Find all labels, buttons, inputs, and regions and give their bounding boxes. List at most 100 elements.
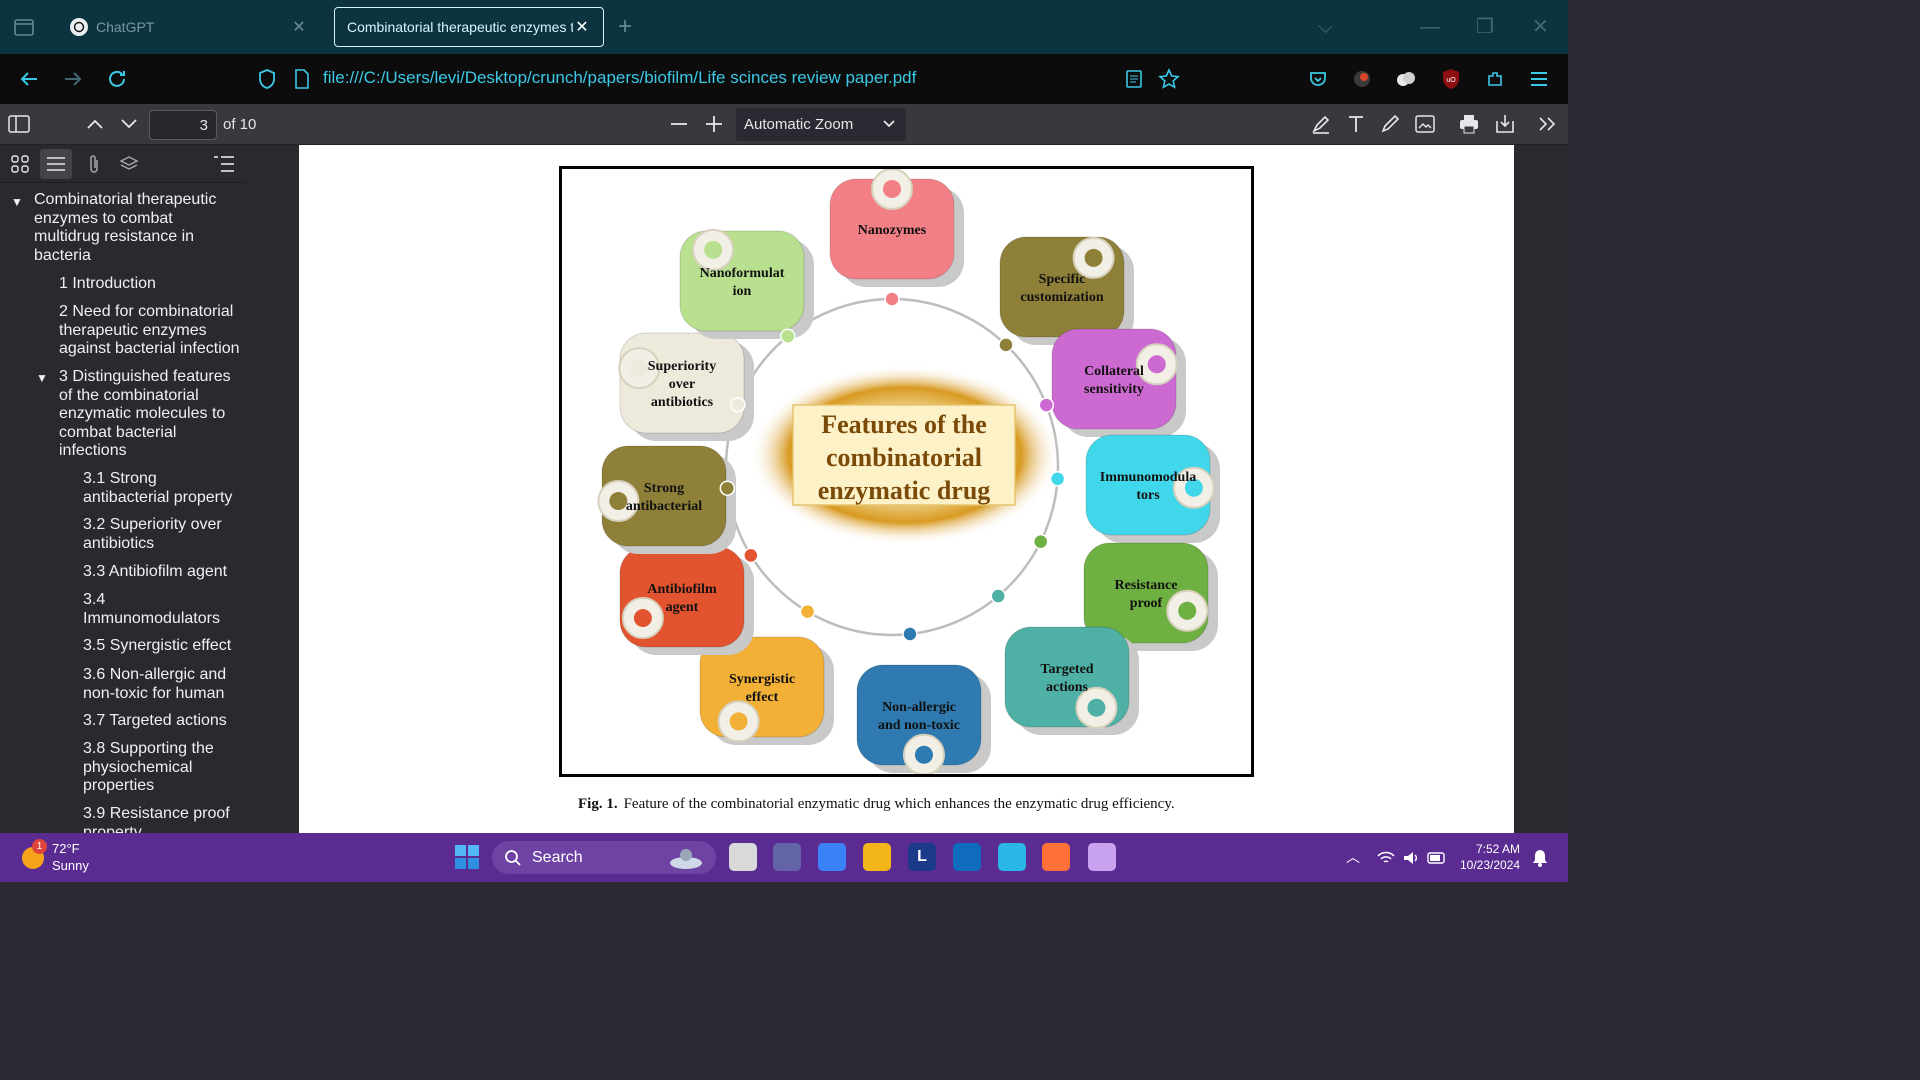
pocket-icon[interactable]	[1306, 67, 1330, 91]
restore-icon[interactable]: ❐	[1476, 14, 1494, 40]
wifi-icon[interactable]	[1377, 850, 1395, 866]
copilot-icon[interactable]	[818, 843, 846, 871]
feature-label-line: effect	[746, 690, 779, 705]
attachments-icon[interactable]	[82, 153, 106, 175]
back-icon[interactable]	[17, 67, 41, 91]
outline-item[interactable]: 3.8 Supporting the physiochemical proper…	[83, 740, 233, 796]
ublock-origin-icon[interactable]: uO	[1439, 67, 1463, 91]
forward-icon[interactable]	[61, 67, 85, 91]
highlight-icon[interactable]	[1310, 113, 1332, 135]
taskbar-search[interactable]: Search	[492, 841, 716, 874]
layers-icon[interactable]	[117, 153, 141, 175]
tab-label: Combinatorial therapeutic enzymes to com…	[347, 19, 573, 35]
outline-item[interactable]: 3.4 Immunomodulators	[83, 591, 233, 628]
expand-triangle-icon[interactable]: ▼	[36, 369, 48, 388]
weather-badge: 1	[32, 839, 47, 854]
feature-label-line: over	[669, 377, 695, 392]
zoom-out-icon[interactable]	[668, 113, 690, 135]
outline-item[interactable]: 3.2 Superiority over antibiotics	[83, 516, 233, 553]
text-tool-icon[interactable]	[1345, 113, 1367, 135]
outline-item[interactable]: 3.3 Antibiofilm agent	[83, 563, 241, 582]
thumbnails-icon[interactable]	[8, 153, 32, 175]
ring-dot	[1049, 471, 1066, 487]
zoom-in-icon[interactable]	[703, 113, 725, 135]
feature-card: Immunomodula tors	[1085, 434, 1220, 543]
reader-view-icon[interactable]	[1122, 67, 1146, 91]
tab-chatgpt[interactable]: ChatGPT ✕	[58, 7, 320, 47]
extension-cloud-icon[interactable]	[1394, 67, 1418, 91]
minimize-icon[interactable]: —	[1420, 14, 1440, 40]
outline-item[interactable]: 3.9 Resistance proof property	[83, 805, 241, 833]
new-tab-icon[interactable]: +	[618, 14, 632, 40]
l-app-icon[interactable]: L	[908, 843, 936, 871]
outline-item[interactable]: 1 Introduction	[59, 275, 239, 294]
weather-widget[interactable]: 1 72°F Sunny	[20, 839, 130, 875]
toggle-sidebar-icon[interactable]	[8, 113, 30, 135]
url-bar[interactable]: file:///C:/Users/levi/Desktop/crunch/pap…	[323, 68, 916, 88]
page-number-input[interactable]: 3	[149, 110, 217, 140]
task-view-icon[interactable]	[729, 843, 757, 871]
outline-item[interactable]: Combinatorial therapeutic enzymes to com…	[34, 191, 234, 265]
battery-icon[interactable]	[1427, 850, 1447, 866]
print-icon[interactable]	[1458, 113, 1480, 135]
zoom-select[interactable]: Automatic Zoom	[736, 108, 906, 141]
feature-label-line: Antibiofilm	[647, 582, 717, 597]
close-tab-icon[interactable]: ✕	[290, 17, 308, 37]
feature-card: Antibiofilm agent	[619, 546, 754, 655]
cortana-icon[interactable]	[998, 843, 1026, 871]
feature-label: Nanozymes	[858, 223, 927, 238]
outline-item[interactable]: 3 Distinguished features of the combinat…	[59, 368, 239, 461]
tab-list-icon[interactable]	[12, 15, 36, 39]
add-image-icon[interactable]	[1414, 113, 1436, 135]
feature-label-line: Specific	[1039, 272, 1086, 287]
feature-card: Non-allergic and non-toxic	[856, 664, 991, 776]
show-hidden-icons-icon[interactable]: ︿	[1346, 847, 1360, 867]
feature-label-line: proof	[1130, 596, 1163, 611]
shield-icon[interactable]	[255, 67, 279, 91]
clock-time[interactable]: 7:52 AM	[1476, 842, 1520, 856]
feature-label-line: antibiotics	[651, 395, 714, 410]
menu-hamburger-icon[interactable]	[1527, 67, 1551, 91]
feature-label-line: tors	[1136, 488, 1160, 503]
feature-label-line: Nanoformulat	[700, 266, 785, 281]
expand-triangle-icon[interactable]: ▼	[11, 193, 23, 212]
chevron-down-icon[interactable]: ⌵	[1318, 14, 1333, 40]
feature-label-line: Targeted	[1040, 662, 1093, 677]
firefox-icon[interactable]	[1042, 843, 1070, 871]
feature-label-line: actions	[1046, 680, 1089, 695]
feature-label-line: Strong	[644, 481, 684, 496]
center-title-line: Features of the	[821, 410, 987, 439]
bookmark-star-icon[interactable]	[1157, 67, 1181, 91]
save-download-icon[interactable]	[1494, 113, 1516, 135]
reload-icon[interactable]	[105, 67, 129, 91]
outline-item[interactable]: 2 Need for combinatorial therapeutic enz…	[59, 303, 243, 359]
draw-icon[interactable]	[1379, 113, 1401, 135]
clock-date[interactable]: 10/23/2024	[1460, 858, 1520, 872]
extensions-puzzle-icon[interactable]	[1483, 67, 1507, 91]
outline-item[interactable]: 3.7 Targeted actions	[83, 712, 241, 731]
next-page-icon[interactable]	[118, 113, 140, 135]
start-button[interactable]	[455, 845, 479, 869]
discord-like-icon[interactable]	[1088, 843, 1116, 871]
navigation-bar: file:///C:/Users/levi/Desktop/crunch/pap…	[0, 54, 1568, 104]
notification-bell-icon[interactable]	[1532, 849, 1548, 867]
outline-item[interactable]: 3.1 Strong antibacterial property	[83, 470, 241, 507]
outline-item[interactable]: 3.5 Synergistic effect	[83, 637, 241, 656]
extension-dark-reader-icon[interactable]	[1350, 67, 1374, 91]
previous-page-icon[interactable]	[84, 113, 106, 135]
file-explorer-icon[interactable]	[863, 843, 891, 871]
teams-icon[interactable]	[773, 843, 801, 871]
outlook-icon[interactable]	[953, 843, 981, 871]
more-tools-icon[interactable]	[1536, 113, 1558, 135]
close-tab-icon[interactable]: ✕	[573, 17, 591, 37]
search-label: Search	[532, 848, 583, 866]
tab-active-pdf[interactable]: Combinatorial therapeutic enzymes to com…	[334, 7, 604, 47]
feature-label-line: Resistance	[1115, 578, 1178, 593]
feature-label-line: and non-toxic	[878, 718, 960, 733]
close-window-icon[interactable]: ✕	[1532, 14, 1549, 40]
current-outline-item-icon[interactable]	[212, 153, 236, 175]
ring-dot	[799, 603, 816, 620]
outline-list-icon[interactable]	[40, 149, 72, 179]
volume-icon[interactable]	[1402, 850, 1420, 866]
outline-item[interactable]: 3.6 Non-allergic and non-toxic for human	[83, 666, 241, 703]
